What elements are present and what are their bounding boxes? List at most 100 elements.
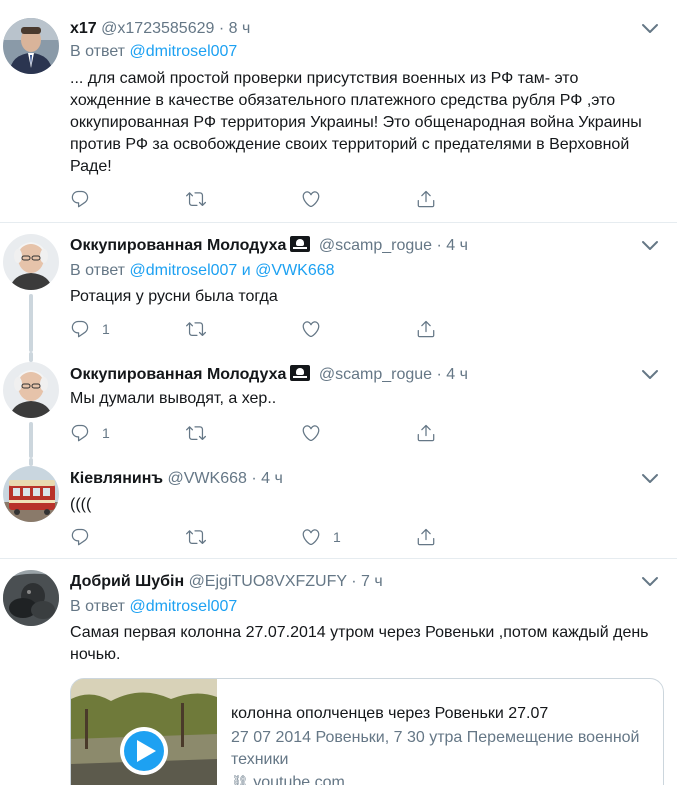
reply-button[interactable] (70, 526, 102, 548)
share-icon (416, 423, 436, 443)
tweet-header: Кiевлянинъ @VWK668 · 4 ч (70, 468, 283, 490)
share-icon (416, 527, 436, 547)
thread-line (29, 294, 33, 352)
share-button[interactable] (416, 422, 436, 444)
chevron-down-icon[interactable] (641, 22, 659, 36)
card-title[interactable]: колонна ополченцев через Ровеньки 27.07 (231, 703, 651, 725)
tweet[interactable]: x17 @x1723585629 · 8 ч В ответ @dmitrose… (0, 0, 677, 222)
skull-crossbones-icon (290, 236, 311, 252)
retweet-button[interactable] (186, 318, 218, 340)
user-handle[interactable]: @EjgiTUO8VXFZUFY (189, 573, 347, 590)
mention-link[interactable]: @VWK668 (255, 262, 334, 279)
retweet-icon (186, 423, 206, 443)
reply-button[interactable] (70, 188, 102, 210)
tweet-time[interactable]: 4 ч (446, 366, 468, 383)
share-button[interactable] (416, 526, 436, 548)
reply-prefix: В ответ (70, 43, 126, 60)
tweet[interactable]: Оккупированная Молодуха @scamp_rogue · 4… (0, 222, 677, 352)
avatar[interactable] (3, 570, 59, 626)
tweet-text: Мы думали выводят, а хер.. (70, 390, 277, 407)
tweet-header: Оккупированная Молодуха @scamp_rogue · 4… (70, 235, 468, 257)
reply-count: 1 (102, 425, 110, 441)
user-name[interactable]: x17 (70, 20, 97, 37)
user-handle[interactable]: @VWK668 (168, 470, 247, 487)
reply-icon (70, 423, 90, 443)
separator-dot: · (218, 20, 225, 37)
tweet-actions: 1 (70, 526, 470, 548)
avatar[interactable] (3, 362, 59, 418)
thread-line (29, 458, 33, 466)
card-domain: ⛓ youtube.com (231, 771, 651, 785)
reply-context: В ответ @dmitrosel007 (70, 41, 237, 63)
avatar[interactable] (3, 234, 59, 290)
reply-icon (70, 189, 90, 209)
link-icon: ⛓ (231, 774, 249, 785)
tweet-actions: 1 (70, 318, 470, 340)
reply-context: В ответ @dmitrosel007 и @VWK668 (70, 260, 335, 282)
retweet-icon (186, 189, 206, 209)
reply-context: В ответ @dmitrosel007 (70, 596, 237, 618)
mention-link[interactable]: @dmitrosel007 (129, 43, 237, 60)
heart-icon (301, 527, 321, 547)
heart-icon (301, 423, 321, 443)
user-handle[interactable]: @scamp_rogue (319, 237, 432, 254)
retweet-icon (186, 319, 206, 339)
reply-prefix: В ответ (70, 598, 126, 615)
tweet[interactable]: Оккупированная Молодуха @scamp_rogue · 4… (0, 352, 677, 458)
reply-button[interactable]: 1 (70, 318, 110, 340)
tweet-text: Ротация у русни была тогда (70, 288, 278, 305)
user-name[interactable]: Оккупированная Молодуха (70, 237, 286, 254)
card-description: 27 07 2014 Ровеньки, 7 30 утра Перемещен… (231, 729, 640, 768)
tweet-text: (((( (70, 496, 92, 513)
like-button[interactable] (301, 422, 333, 444)
tweet-time[interactable]: 4 ч (261, 470, 283, 487)
video-thumbnail[interactable] (71, 679, 217, 785)
share-button[interactable] (416, 188, 436, 210)
heart-icon (301, 319, 321, 339)
chevron-down-icon[interactable] (641, 472, 659, 486)
tweet-header: Добрий Шубін @EjgiTUO8VXFZUFY · 7 ч (70, 571, 383, 593)
avatar[interactable] (3, 466, 59, 522)
retweet-button[interactable] (186, 188, 218, 210)
mention-link[interactable]: @dmitrosel007 (129, 598, 237, 615)
tweet-time[interactable]: 8 ч (229, 20, 251, 37)
user-name[interactable]: Кiевлянинъ (70, 470, 163, 487)
share-icon (416, 189, 436, 209)
skull-crossbones-icon (290, 365, 311, 381)
tweet-header: Оккупированная Молодуха @scamp_rogue · 4… (70, 364, 468, 386)
separator-dot: · (436, 237, 442, 254)
separator-dot: · (251, 470, 257, 487)
reply-icon (70, 319, 90, 339)
separator-dot: · (351, 573, 357, 590)
reply-prefix: В ответ (70, 262, 126, 279)
reply-button[interactable]: 1 (70, 422, 110, 444)
reply-and: и (241, 262, 251, 279)
mention-link[interactable]: @dmitrosel007 (129, 262, 237, 279)
tweet[interactable]: Кiевлянинъ @VWK668 · 4 ч (((( 1 (0, 458, 677, 558)
tweet-text: ... для самой простой проверки присутств… (70, 70, 642, 175)
tweet-time[interactable]: 4 ч (446, 237, 468, 254)
user-handle[interactable]: @x1723585629 (101, 20, 214, 37)
like-count: 1 (333, 529, 341, 545)
link-preview-card[interactable]: колонна ополченцев через Ровеньки 27.07 … (70, 678, 664, 785)
tweet-text: Самая первая колонна 27.07.2014 утром че… (70, 624, 649, 663)
chevron-down-icon[interactable] (641, 368, 659, 382)
tweet-time[interactable]: 7 ч (361, 573, 383, 590)
separator-dot: · (436, 366, 442, 383)
user-handle[interactable]: @scamp_rogue (319, 366, 432, 383)
card-domain-text: youtube.com (253, 774, 345, 785)
like-button[interactable] (301, 318, 333, 340)
tweet-header: x17 @x1723585629 · 8 ч (70, 18, 250, 40)
chevron-down-icon[interactable] (641, 239, 659, 253)
user-name[interactable]: Добрий Шубін (70, 573, 184, 590)
share-button[interactable] (416, 318, 436, 340)
avatar[interactable] (3, 18, 59, 74)
retweet-button[interactable] (186, 422, 218, 444)
user-name[interactable]: Оккупированная Молодуха (70, 366, 286, 383)
retweet-button[interactable] (186, 526, 218, 548)
like-button[interactable] (301, 188, 333, 210)
share-icon (416, 319, 436, 339)
reply-icon (70, 527, 90, 547)
like-button[interactable]: 1 (301, 526, 341, 548)
chevron-down-icon[interactable] (641, 575, 659, 589)
